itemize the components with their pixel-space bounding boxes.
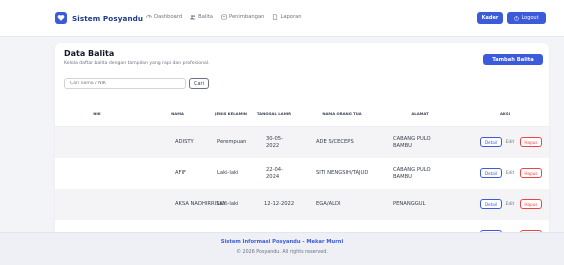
brand[interactable]: Sistem Posyandu [55, 12, 143, 24]
cell-nama-orang-tua: SITI NENGSIH/TAJUD [316, 170, 369, 176]
column-header-nama: NAMA [171, 111, 184, 116]
search-button[interactable]: Cari [189, 78, 209, 89]
dashboard-icon [146, 14, 152, 18]
cell-jenis-kelamin: Laki-laki [217, 170, 239, 176]
detail-button[interactable]: Detail [480, 168, 502, 178]
search-input[interactable] [64, 78, 186, 89]
main-nav: Dashboard Balita Penimbangan Laporan [146, 14, 302, 20]
add-balita-button[interactable]: Tambah Balita [483, 54, 543, 65]
column-header-tanggal-lahir: TANGGAL LAHIR [256, 111, 292, 116]
cell-jenis-kelamin: Laki-laki [217, 201, 239, 207]
users-icon [190, 15, 196, 20]
nav-item-penimbangan[interactable]: Penimbangan [221, 14, 264, 20]
detail-button[interactable]: Detail [480, 199, 502, 209]
footer: Sistem Informasi Posyandu - Mekar Murni … [0, 232, 564, 265]
cell-nama-orang-tua: EGA/ALDI [316, 201, 341, 207]
heart-icon [55, 12, 67, 24]
document-icon [273, 14, 278, 20]
column-header-nama-orang-tua: NAMA ORANG TUA [322, 111, 362, 116]
top-navbar: Sistem Posyandu Dashboard Balita Penimba… [0, 0, 564, 37]
delete-button[interactable]: Hapus [520, 168, 542, 178]
nav-item-balita[interactable]: Balita [190, 14, 213, 20]
brand-name: Sistem Posyandu [72, 13, 144, 23]
nav-item-laporan[interactable]: Laporan [272, 14, 302, 20]
cell-nama-orang-tua: ADE S/CECEPS [316, 139, 354, 145]
table-row: AKSA NADHIRRISKY Laki-laki 12-12-2022 EG… [55, 189, 549, 220]
cell-nama: AFIF [175, 170, 187, 176]
table-row: ADISTY Perempuan 30-05-2022 ADE S/CECEPS… [55, 127, 549, 158]
nav-item-dashboard[interactable]: Dashboard [146, 14, 182, 20]
page-subtitle: Kelola daftar balita dengan tampilan yan… [64, 61, 210, 66]
role-badge-button[interactable]: Kader [477, 12, 503, 24]
nav-label-laporan: Laporan [280, 14, 302, 20]
edit-button[interactable]: Edit [503, 168, 517, 178]
scale-icon [221, 14, 227, 20]
detail-button[interactable]: Detail [480, 137, 502, 147]
table-row: AFIF Laki-laki 22-04-2024 SITI NENGSIH/T… [55, 158, 549, 189]
cell-alamat: PENANGGUL [393, 201, 426, 207]
edit-button[interactable]: Edit [503, 137, 517, 147]
nav-label-dashboard: Dashboard [154, 14, 183, 20]
nav-label-balita: Balita [198, 14, 213, 20]
cell-nama: ADISTY [175, 139, 194, 145]
delete-button[interactable]: Hapus [520, 199, 542, 209]
footer-title: Sistem Informasi Posyandu - Mekar Murni [220, 239, 344, 245]
edit-button[interactable]: Edit [503, 199, 517, 209]
column-header-jenis-kelamin: JENIS KELAMIN [215, 111, 247, 116]
cell-tanggal-lahir: 12-12-2022 [264, 201, 295, 207]
table-header: NIK NAMA JENIS KELAMIN TANGGAL LAHIR NAM… [55, 100, 549, 127]
logout-button[interactable]: Logout [507, 12, 546, 24]
nav-label-penimbangan: Penimbangan [229, 14, 265, 20]
cell-tanggal-lahir: 22-04-2024 [266, 166, 283, 180]
logout-icon [514, 15, 520, 21]
footer-copyright: © 2026 Posyandu. All rights reserved. [236, 250, 328, 255]
column-header-nik: NIK [93, 111, 101, 116]
page-title: Data Balita [64, 49, 115, 58]
column-header-aksi: AKSI [499, 111, 511, 116]
column-header-alamat: ALAMAT [411, 111, 429, 116]
cell-jenis-kelamin: Perempuan [217, 139, 247, 145]
delete-button[interactable]: Hapus [520, 137, 542, 147]
cell-tanggal-lahir: 30-05-2022 [266, 135, 283, 149]
cell-alamat: CABANG PULO BAMBU [393, 135, 431, 149]
cell-alamat: CABANG PULO BAMBU [393, 166, 431, 180]
balita-card: Data Balita Kelola daftar balita dengan … [55, 43, 549, 257]
logout-label: Logout [521, 15, 539, 21]
